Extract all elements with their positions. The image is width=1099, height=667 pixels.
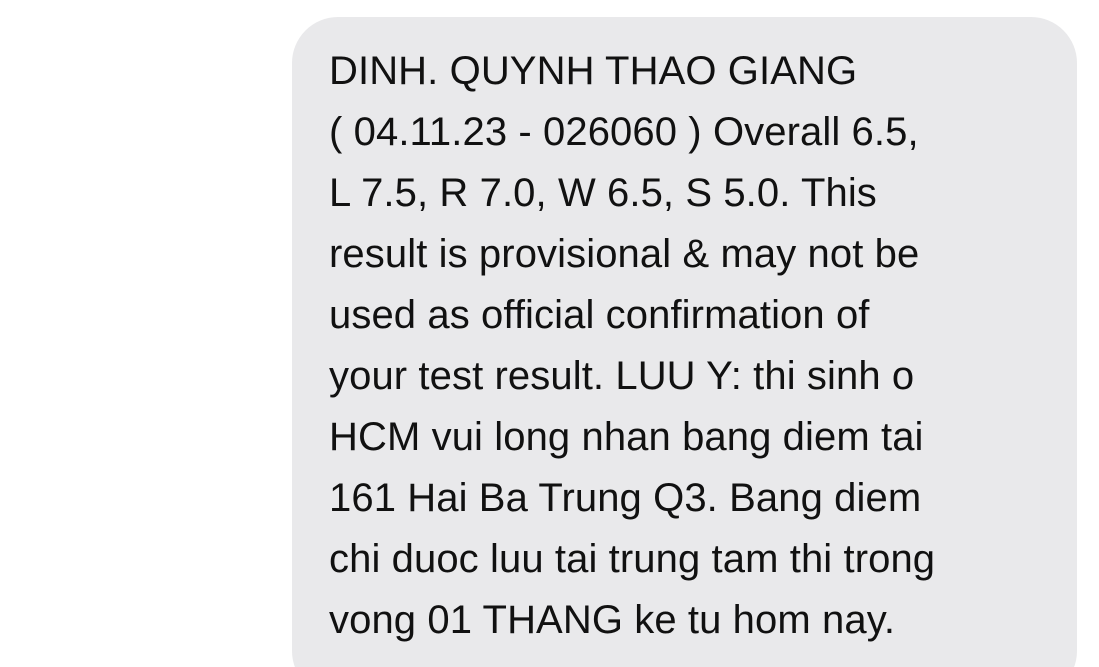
message-line: L 7.5, R 7.0, W 6.5, S 5.0. This [329,171,877,215]
received-message-bubble[interactable]: DINH. QUYNH THAO GIANG ( 04.11.23 - 0260… [292,17,1077,667]
message-line: used as official confirmation of [329,293,870,337]
message-line: result is provisional & may not be [329,232,920,276]
message-line: 161 Hai Ba Trung Q3. Bang diem [329,476,922,520]
message-line: ( 04.11.23 - 026060 ) Overall 6.5, [329,110,919,154]
message-line: chi duoc luu tai trung tam thi trong [329,537,936,581]
message-line: DINH. QUYNH THAO GIANG [329,49,858,93]
message-thread: DINH. QUYNH THAO GIANG ( 04.11.23 - 0260… [0,0,1099,667]
message-line: your test result. LUU Y: thi sinh o [329,354,915,398]
message-line: HCM vui long nhan bang diem tai [329,415,924,459]
message-line: vong 01 THANG ke tu hom nay. [329,598,896,642]
